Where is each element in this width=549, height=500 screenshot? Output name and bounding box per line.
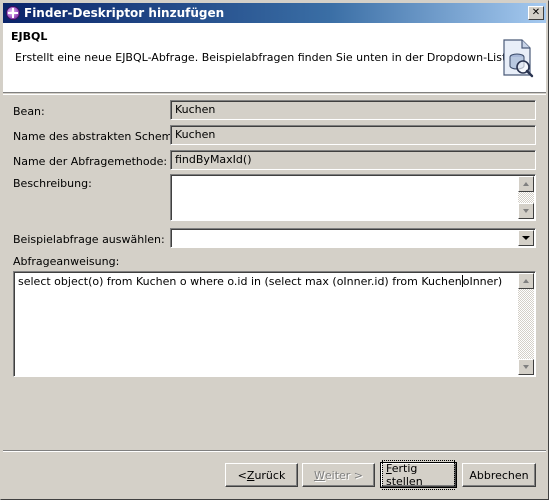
dialog-window: Finder-Deskriptor hinzufügen ✕ EJBQL Ers… (0, 0, 549, 500)
close-button[interactable]: ✕ (528, 6, 544, 20)
next-button[interactable]: Weiter > (302, 463, 375, 487)
description-textarea[interactable] (170, 174, 536, 221)
title-bar[interactable]: Finder-Deskriptor hinzufügen ✕ (3, 3, 546, 23)
wizard-header: EJBQL Erstellt eine neue EJBQL-Abfrage. … (3, 23, 546, 93)
arrow-up-icon (523, 182, 529, 186)
statement-label: Abfrageanweisung: (13, 255, 120, 268)
finish-button[interactable]: Fertig stellen (380, 460, 457, 490)
description-label: Beschreibung: (13, 177, 92, 190)
header-separator (3, 94, 546, 95)
method-label: Name der Abfragemethode: (13, 155, 168, 168)
wizard-finder-icon (503, 39, 534, 78)
scroll-up-button[interactable] (518, 273, 534, 289)
finish-button-focus: Fertig stellen (382, 460, 455, 490)
description-scrollbar[interactable] (518, 176, 534, 219)
back-button[interactable]: < Zurück (225, 463, 298, 487)
schema-field: Kuchen (170, 125, 536, 145)
page-description: Erstellt eine neue EJBQL-Abfrage. Beispi… (15, 51, 517, 64)
finish-button-label: ertig stellen (386, 462, 423, 488)
next-button-mnemonic: W (313, 468, 325, 482)
example-query-dropdown[interactable] (170, 228, 536, 248)
page-title: EJBQL (11, 30, 48, 43)
scroll-up-button[interactable] (518, 176, 534, 192)
window-title: Finder-Deskriptor hinzufügen (24, 6, 225, 20)
arrow-up-icon (523, 279, 529, 283)
back-button-mnemonic: Z (246, 468, 255, 482)
cancel-button[interactable]: Abbrechen (462, 463, 536, 487)
app-icon (6, 6, 20, 20)
dropdown-button[interactable] (518, 230, 534, 246)
statement-text-before-caret: select object(o) from Kuchen o where o.i… (18, 275, 462, 288)
scroll-down-button[interactable] (518, 203, 534, 219)
schema-label: Name des abstrakten Schemas: (13, 130, 189, 143)
statement-textarea[interactable]: select object(o) from Kuchen o where o.i… (13, 271, 536, 377)
statement-text: select object(o) from Kuchen o where o.i… (18, 275, 515, 288)
chevron-down-icon (522, 236, 530, 240)
example-label: Beispielabfrage auswählen: (13, 233, 165, 246)
statement-text-after-caret: oInner) (462, 275, 503, 288)
bean-field: Kuchen (170, 100, 536, 120)
arrow-down-icon (523, 209, 529, 213)
button-bar-separator (3, 450, 546, 452)
back-button-prefix: < (237, 468, 247, 482)
method-field: findByMaxId() (170, 150, 536, 170)
statement-scrollbar[interactable] (518, 273, 534, 375)
bean-label: Bean: (13, 105, 45, 118)
scroll-down-button[interactable] (518, 359, 534, 375)
next-button-label: eiter > (324, 468, 364, 482)
arrow-down-icon (523, 365, 529, 369)
back-button-label: urück (254, 468, 286, 482)
